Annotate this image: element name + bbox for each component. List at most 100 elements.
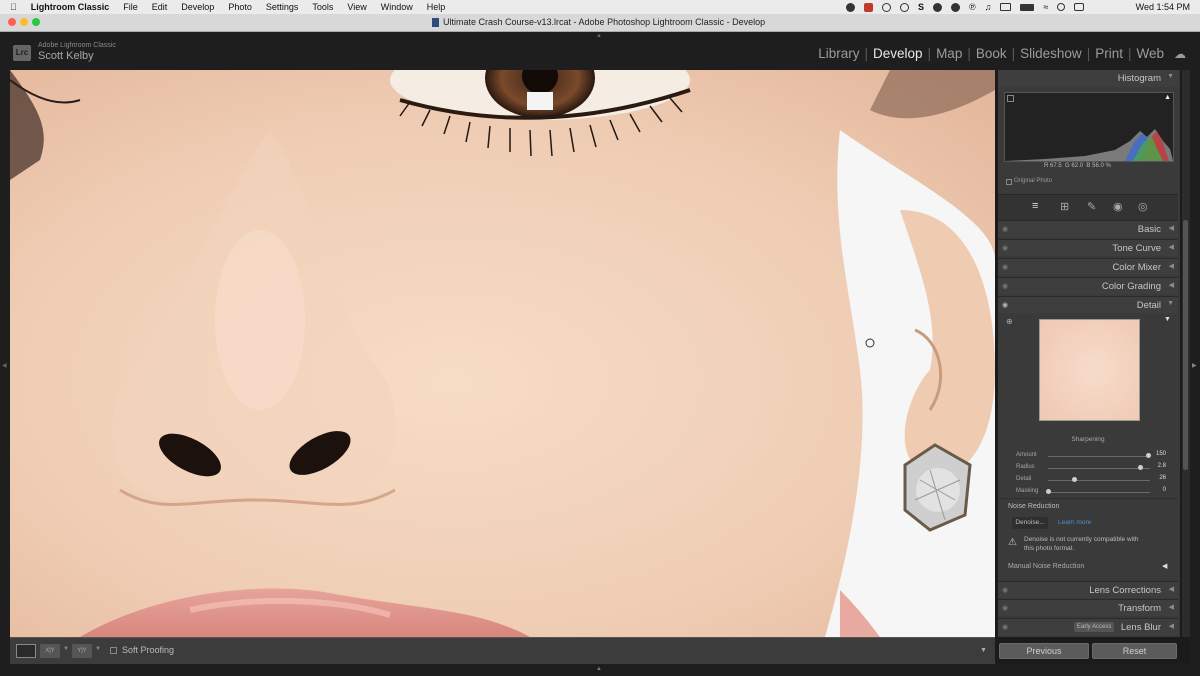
detail-preview-toggle-icon[interactable]: ▼ — [1164, 316, 1171, 323]
lens-corrections-eye-icon[interactable]: ◉ — [1002, 586, 1008, 594]
gift-icon[interactable] — [864, 2, 873, 12]
menu-photo[interactable]: Photo — [228, 2, 252, 12]
sound-icon[interactable]: ♫ — [985, 2, 992, 12]
detail-eye-icon[interactable]: ◉ — [1002, 301, 1008, 309]
histogram-header[interactable]: Histogram ▼ — [998, 70, 1178, 87]
detail-panel-header[interactable]: ◉ Detail ▼ — [998, 296, 1178, 313]
minimize-window-button[interactable] — [20, 18, 28, 26]
slider-track[interactable] — [1048, 468, 1150, 469]
masking-icon[interactable]: ◎ — [1138, 200, 1148, 213]
menu-view[interactable]: View — [347, 2, 366, 12]
menu-file[interactable]: File — [123, 2, 138, 12]
dollar-icon[interactable]: S — [918, 2, 924, 12]
scrollbar-thumb[interactable] — [1183, 220, 1188, 470]
slider-value[interactable]: 0 — [1163, 487, 1166, 493]
denoise-button[interactable]: Denoise... — [1012, 517, 1048, 529]
g-icon[interactable] — [951, 2, 961, 12]
wifi-icon[interactable]: ≈ — [1043, 2, 1048, 12]
detail-collapse-icon[interactable]: ▼ — [1167, 300, 1174, 307]
before-after-dropdown-icon[interactable]: ▼ — [63, 646, 69, 652]
panel-scrollbar[interactable] — [1182, 70, 1190, 637]
menu-edit[interactable]: Edit — [152, 2, 168, 12]
slider-value[interactable]: 2.8 — [1158, 463, 1166, 469]
compare-yy-button[interactable]: Y|Y — [72, 644, 92, 658]
basic-expand-icon[interactable]: ◀ — [1169, 224, 1174, 232]
slider-thumb[interactable] — [1072, 477, 1077, 482]
color-mixer-eye-icon[interactable]: ◉ — [1002, 263, 1008, 271]
stop-icon[interactable] — [900, 2, 909, 12]
color-grading-panel-header[interactable]: ◉ Color Grading ◀ — [998, 277, 1178, 294]
toolbar-options-icon[interactable]: ▼ — [980, 647, 987, 654]
reset-button[interactable]: Reset — [1092, 643, 1177, 659]
slider-track[interactable] — [1048, 456, 1150, 457]
transform-expand-icon[interactable]: ◀ — [1169, 603, 1174, 611]
apple-icon[interactable]:  — [10, 2, 17, 12]
manual-noise-reduction-label[interactable]: Manual Noise Reduction — [1008, 563, 1084, 570]
slider-row-radius[interactable]: Radius 2.8 — [1016, 462, 1172, 474]
slider-row-masking[interactable]: Masking 0 — [1016, 486, 1172, 498]
left-panel-toggle-icon[interactable]: ◀ — [2, 362, 7, 369]
menu-window[interactable]: Window — [381, 2, 413, 12]
tone-curve-expand-icon[interactable]: ◀ — [1169, 243, 1174, 251]
menu-settings[interactable]: Settings — [266, 2, 299, 12]
slider-value[interactable]: 150 — [1156, 451, 1166, 457]
loupe-view-button[interactable] — [16, 644, 36, 658]
slider-thumb[interactable] — [1046, 489, 1051, 494]
menu-tools[interactable]: Tools — [312, 2, 333, 12]
menu-develop[interactable]: Develop — [181, 2, 214, 12]
original-photo-checkbox[interactable] — [1006, 179, 1012, 185]
module-develop[interactable]: Develop — [873, 46, 923, 61]
c-icon[interactable] — [933, 2, 943, 12]
module-library[interactable]: Library — [818, 46, 859, 61]
color-grading-expand-icon[interactable]: ◀ — [1169, 281, 1174, 289]
slider-row-amount[interactable]: Amount 150 — [1016, 450, 1172, 462]
slider-row-detail[interactable]: Detail 26 — [1016, 474, 1172, 486]
play-icon[interactable] — [882, 2, 891, 12]
slider-value[interactable]: 26 — [1159, 475, 1166, 481]
battery-icon[interactable] — [1020, 3, 1035, 11]
crop-icon[interactable]: ⊞ — [1060, 200, 1069, 213]
previous-button[interactable]: Previous — [999, 643, 1089, 659]
photo-canvas[interactable] — [10, 70, 995, 637]
basic-panel-header[interactable]: ◉ Basic ◀ — [998, 220, 1178, 237]
color-mixer-expand-icon[interactable]: ◀ — [1169, 262, 1174, 270]
filmstrip-toggle-icon[interactable]: ▲ — [596, 666, 602, 672]
top-panel-toggle-icon[interactable]: ▲ — [596, 33, 602, 39]
slider-track[interactable] — [1048, 480, 1150, 481]
close-window-button[interactable] — [8, 18, 16, 26]
right-panel-toggle-icon[interactable]: ▶ — [1192, 362, 1197, 369]
menu-app-name[interactable]: Lightroom Classic — [31, 2, 110, 12]
tone-curve-panel-header[interactable]: ◉ Tone Curve ◀ — [998, 239, 1178, 256]
module-print[interactable]: Print — [1095, 46, 1123, 61]
edit-sliders-icon[interactable]: ≡ — [1032, 200, 1038, 212]
module-slideshow[interactable]: Slideshow — [1020, 46, 1082, 61]
compare-dropdown-icon[interactable]: ▼ — [95, 646, 101, 652]
menubar-clock[interactable]: Wed 1:54 PM — [1136, 2, 1190, 12]
basic-eye-icon[interactable]: ◉ — [1002, 225, 1008, 233]
red-eye-icon[interactable]: ◉ — [1113, 200, 1123, 213]
shadow-clipping-icon[interactable] — [1007, 95, 1014, 102]
slider-track[interactable] — [1048, 492, 1150, 493]
detail-zoom-target-icon[interactable]: ⊕ — [1006, 317, 1013, 326]
module-web[interactable]: Web — [1136, 46, 1164, 61]
transform-eye-icon[interactable]: ◉ — [1002, 604, 1008, 612]
lens-blur-expand-icon[interactable]: ◀ — [1169, 622, 1174, 630]
menu-help[interactable]: Help — [427, 2, 446, 12]
slider-thumb[interactable] — [1146, 453, 1151, 458]
zoom-window-button[interactable] — [32, 18, 40, 26]
module-book[interactable]: Book — [976, 46, 1007, 61]
control-center-icon[interactable] — [1074, 3, 1085, 11]
highlight-clipping-icon[interactable]: ▲ — [1164, 94, 1171, 101]
manual-noise-expand-icon[interactable]: ◀ — [1162, 562, 1167, 570]
spotlight-icon[interactable] — [1057, 3, 1066, 11]
cloud-icon[interactable]: ☁ — [1174, 47, 1186, 61]
color-mixer-panel-header[interactable]: ◉ Color Mixer ◀ — [998, 258, 1178, 275]
app-status-icon[interactable] — [846, 2, 855, 12]
module-map[interactable]: Map — [936, 46, 962, 61]
bluetooth-icon[interactable]: ℗ — [969, 2, 976, 12]
before-after-button[interactable]: X|Y — [40, 644, 60, 658]
lens-blur-panel-header[interactable]: ◉ Early Access Lens Blur ◀ — [998, 618, 1178, 635]
soft-proofing-checkbox[interactable] — [110, 647, 117, 654]
lens-corrections-panel-header[interactable]: ◉ Lens Corrections ◀ — [998, 581, 1178, 598]
slider-thumb[interactable] — [1138, 465, 1143, 470]
